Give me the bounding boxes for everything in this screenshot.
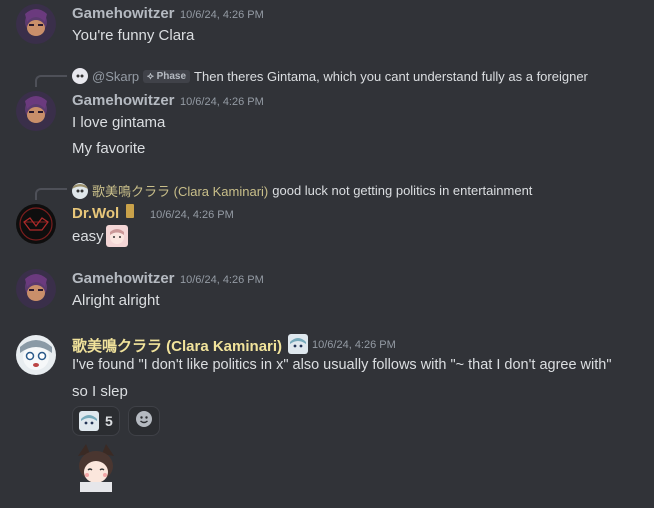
reply-author[interactable]: 歌美鳴クララ (Clara Kaminari)	[92, 181, 268, 200]
reaction-emoji	[79, 411, 99, 431]
avatar-drwol[interactable]	[16, 204, 56, 244]
reply-content: good luck not getting politics in entert…	[272, 183, 533, 198]
message-author[interactable]: Gamehowitzer	[72, 270, 175, 287]
message-text: so I slep	[72, 383, 128, 400]
add-reaction-button[interactable]	[128, 406, 160, 436]
message-text: You're funny Clara	[72, 27, 195, 44]
reply-connector	[35, 188, 67, 200]
reply-preview[interactable]: @Skarp ⟡ Phase Then theres Gintama, whic…	[72, 68, 588, 84]
message-author[interactable]: Gamehowitzer	[72, 5, 175, 22]
avatar-skarp-mini	[72, 68, 88, 84]
reply-content: Then theres Gintama, which you cant unde…	[194, 68, 588, 84]
avatar-clara[interactable]	[16, 335, 56, 375]
custom-emoji[interactable]	[106, 225, 128, 247]
message-text: I love gintama	[72, 114, 166, 131]
message-author[interactable]: Gamehowitzer	[72, 92, 175, 109]
sticker-image[interactable]	[72, 442, 120, 492]
phase-tag-label: Phase	[156, 70, 187, 82]
message-author[interactable]: Dr.Wol	[72, 205, 119, 222]
phase-tag-icon: ⟡	[147, 70, 154, 82]
avatar-clara-mini	[72, 182, 88, 199]
reply-connector	[35, 75, 67, 87]
reply-author[interactable]: @Skarp	[92, 69, 139, 84]
reaction-count: 5	[105, 413, 113, 429]
message-timestamp: 10/6/24, 4:26 PM	[180, 96, 264, 108]
avatar-gamehowitzer[interactable]	[16, 4, 56, 44]
role-icon	[288, 334, 308, 354]
avatar-gamehowitzer[interactable]	[16, 269, 56, 309]
reaction-button[interactable]: 5	[72, 406, 120, 436]
message-text: Alright alright	[72, 292, 160, 309]
message-text: My favorite	[72, 140, 146, 157]
add-reaction-icon	[135, 410, 153, 433]
reply-preview[interactable]: 歌美鳴クララ (Clara Kaminari) good luck not ge…	[72, 181, 532, 200]
badge-icon	[126, 204, 134, 218]
message-timestamp: 10/6/24, 4:26 PM	[180, 9, 264, 21]
message-timestamp: 10/6/24, 4:26 PM	[312, 339, 396, 351]
message-timestamp: 10/6/24, 4:26 PM	[180, 274, 264, 286]
message-timestamp: 10/6/24, 4:26 PM	[150, 209, 234, 221]
message-text: easy	[72, 228, 104, 245]
message-text: I've found "I don't like politics in x" …	[72, 357, 612, 373]
phase-tag: ⟡ Phase	[143, 69, 191, 83]
avatar-gamehowitzer[interactable]	[16, 91, 56, 131]
message-author[interactable]: 歌美鳴クララ (Clara Kaminari)	[72, 335, 282, 356]
